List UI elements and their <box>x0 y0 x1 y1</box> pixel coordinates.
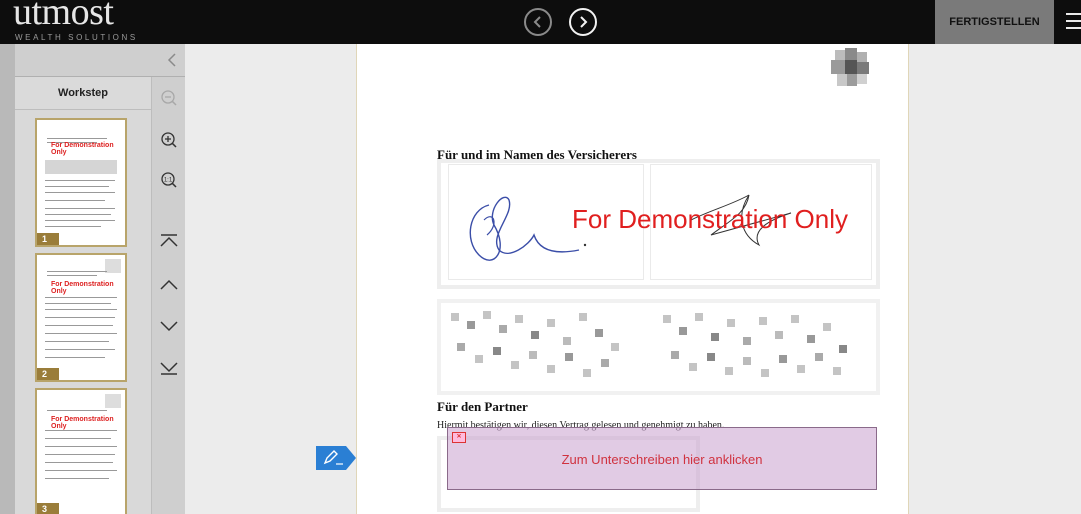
pen-sign-icon[interactable] <box>316 446 356 470</box>
required-marker-icon: ✕ <box>452 432 466 443</box>
signature-field-label: Zum Unterschreiben hier anklicken <box>561 452 763 467</box>
page-thumbnail-3[interactable]: For Demonstration Only 3 <box>35 388 127 514</box>
thumbnail-watermark: For Demonstration Only <box>51 416 114 430</box>
page-number-badge: 2 <box>37 368 59 380</box>
menu-button[interactable] <box>1066 13 1081 31</box>
collapse-sidebar-button[interactable] <box>163 50 181 70</box>
redacted-fields-frame <box>437 299 880 395</box>
first-page-button[interactable] <box>158 230 180 252</box>
sidebar-edge <box>0 44 15 514</box>
partner-heading: Für den Partner <box>437 399 528 414</box>
app-root: utmost WEALTH SOLUTIONS FERTIGSTELLEN Wo… <box>0 0 1081 514</box>
zoom-in-icon <box>161 132 177 148</box>
next-step-button[interactable] <box>569 8 597 36</box>
left-sidebar: Workstep For Demonstration Only 1 For De… <box>0 44 185 514</box>
logo-tagline: WEALTH SOLUTIONS <box>15 33 138 42</box>
demo-watermark: For Demonstration Only <box>572 204 848 234</box>
page-number-badge: 3 <box>37 503 59 514</box>
document-viewport[interactable]: Für und im Namen des Versicherers For De… <box>185 44 1081 514</box>
logo-wordmark: utmost <box>13 0 114 33</box>
workstep-heading: Workstep <box>15 77 151 110</box>
zoom-in-button[interactable] <box>158 129 180 151</box>
previous-page-icon <box>160 279 178 290</box>
pixelated-redaction <box>451 311 847 377</box>
svg-text:1:1: 1:1 <box>164 178 173 184</box>
zoom-actual-size-icon: 1:1 <box>161 172 177 188</box>
signature-field[interactable]: ✕ Zum Unterschreiben hier anklicken <box>447 427 877 490</box>
chevron-right-circle-icon <box>580 16 588 28</box>
finish-button[interactable]: FERTIGSTELLEN <box>935 0 1054 44</box>
page-thumbnail-1[interactable]: For Demonstration Only 1 <box>35 118 127 247</box>
utmost-logo: utmost WEALTH SOLUTIONS <box>13 0 153 44</box>
thumbnail-watermark: For Demonstration Only <box>51 281 114 295</box>
last-page-icon <box>160 362 178 375</box>
next-page-icon <box>160 321 178 332</box>
viewer-toolbar: 1:1 <box>151 77 185 514</box>
page-thumbnail-2[interactable]: For Demonstration Only 2 <box>35 253 127 382</box>
workstep-panel: Workstep For Demonstration Only 1 For De… <box>15 77 151 514</box>
thumbnail-image <box>105 259 121 273</box>
previous-page-button[interactable] <box>158 274 180 296</box>
pixelated-avatar-image <box>831 48 869 86</box>
hamburger-menu-icon <box>1066 13 1081 15</box>
zoom-out-button[interactable] <box>158 87 180 109</box>
next-page-button[interactable] <box>158 315 180 337</box>
page-number-badge: 1 <box>37 233 59 245</box>
thumbnail-image <box>105 394 121 408</box>
thumbnail-watermark: For Demonstration Only <box>51 142 114 156</box>
chevron-left-icon <box>167 53 176 67</box>
zoom-out-icon <box>161 90 177 106</box>
chevron-left-circle-icon <box>533 16 541 28</box>
previous-step-button[interactable] <box>524 8 552 36</box>
actual-size-button[interactable]: 1:1 <box>158 169 180 191</box>
top-bar: utmost WEALTH SOLUTIONS FERTIGSTELLEN <box>0 0 1081 44</box>
first-page-icon <box>160 234 178 247</box>
last-page-button[interactable] <box>158 357 180 379</box>
